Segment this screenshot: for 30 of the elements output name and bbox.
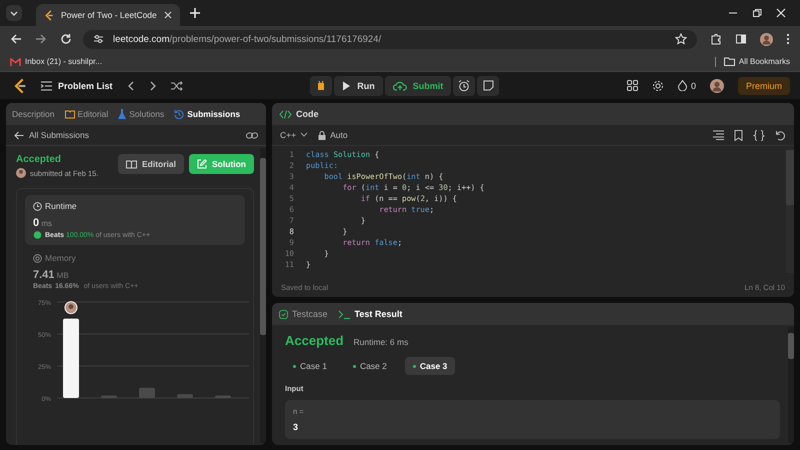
case-tab[interactable]: Case 2 (344, 357, 395, 375)
memory-title: Memory (45, 253, 76, 263)
language-dropdown[interactable]: C++ (280, 130, 308, 140)
auto-mode-toggle[interactable]: Auto (318, 130, 348, 140)
run-button[interactable]: Run (334, 76, 383, 96)
panel-tab[interactable]: Editorial (64, 109, 108, 119)
panel-tab[interactable]: Solutions (118, 109, 164, 119)
all-bookmarks-button[interactable]: All Bookmarks (724, 57, 790, 66)
case-tab[interactable]: Case 3 (404, 357, 456, 375)
variable-value: 3 (293, 422, 300, 432)
browser-tab[interactable]: Power of Two - LeetCode (36, 4, 180, 26)
panel-tab[interactable]: Test Result (338, 309, 402, 319)
runtime-value: 0 ms (33, 217, 54, 229)
submit-button[interactable]: Submit (384, 76, 452, 96)
runtime-text: Runtime: 6 ms (354, 337, 408, 347)
bookmark-item[interactable]: Inbox (21) - sushilpr... (10, 57, 102, 66)
premium-button[interactable]: Premium (738, 76, 790, 94)
memory-value: 7.41 MB (33, 269, 70, 281)
panel-tab[interactable]: Description (12, 109, 55, 119)
panel-tab[interactable]: Testcase (279, 309, 328, 319)
result-status: Accepted (285, 333, 344, 348)
editorial-button[interactable]: Editorial (118, 154, 184, 174)
all-submissions-link[interactable]: All Submissions (14, 130, 89, 140)
case-tab[interactable]: Case 1 (285, 357, 335, 375)
problem-list-link[interactable]: Problem List (41, 80, 113, 90)
submission-status: Accepted (16, 154, 62, 165)
runtime-title: Runtime (45, 201, 77, 211)
panel-tab[interactable]: Submissions (174, 109, 240, 119)
address-bar[interactable]: leetcode.com/problems/power-of-two/submissions/1176176924/ (83, 30, 697, 48)
panel-title: Code (296, 109, 318, 119)
